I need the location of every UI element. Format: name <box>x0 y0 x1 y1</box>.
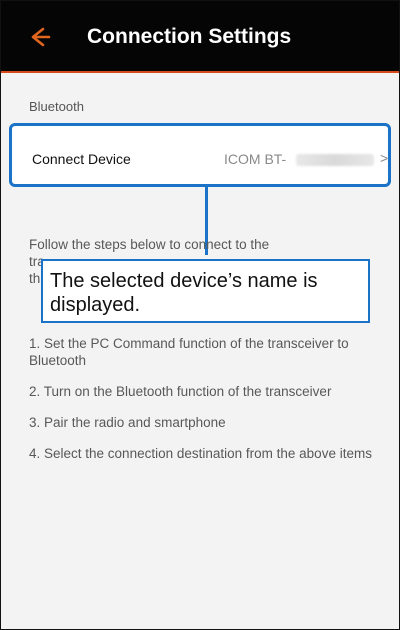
app-bar: Connection Settings <box>1 1 399 73</box>
chevron-right-icon: > <box>380 150 389 166</box>
step-2: 2. Turn on the Bluetooth function of the… <box>29 384 332 399</box>
step-1: 1. Set the PC Command function of the tr… <box>29 336 349 368</box>
steps-list: 1. Set the PC Command function of the tr… <box>29 335 389 476</box>
back-button[interactable] <box>25 23 53 51</box>
callout-text: The selected device’s name is displayed. <box>50 270 318 316</box>
connect-device-value: ICOM BT- <box>224 151 287 167</box>
redacted-device-id <box>296 154 374 166</box>
instructions-intro-line1: Follow the steps below to connect to the <box>29 237 270 252</box>
step-3: 3. Pair the radio and smartphone <box>29 415 226 430</box>
step-4: 4. Select the connection destination fro… <box>29 446 372 461</box>
app-frame: Connection Settings Bluetooth Connect De… <box>0 0 400 630</box>
section-label-bluetooth: Bluetooth <box>29 99 84 114</box>
arrow-left-icon <box>31 27 51 47</box>
page-title: Connection Settings <box>87 25 292 48</box>
connect-device-label: Connect Device <box>32 151 131 167</box>
connect-device-row[interactable]: Connect Device ICOM BT- > <box>9 123 391 187</box>
callout-box: The selected device’s name is displayed. <box>41 259 370 323</box>
